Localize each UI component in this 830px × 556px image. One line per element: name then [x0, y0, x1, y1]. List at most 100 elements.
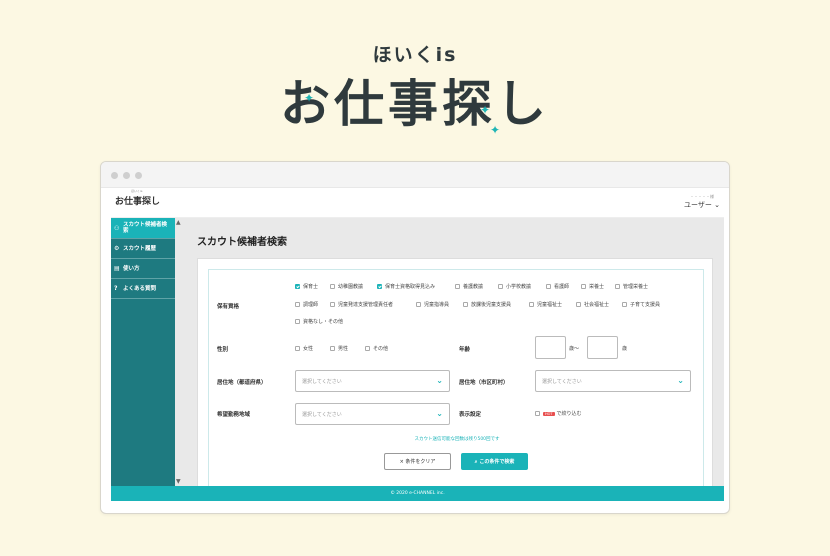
age-max-input[interactable] — [587, 336, 618, 359]
checkbox-female[interactable]: 女性 — [295, 345, 313, 352]
sparkle-icon: ✦ — [480, 103, 491, 117]
sidebar-item-scout-search[interactable]: ⚇ スカウト候補者検索 — [111, 218, 175, 239]
checkbox-label: 放課後児童支援員 — [471, 302, 512, 308]
checkbox-hot-filter[interactable]: HOT で絞り込む — [535, 410, 582, 417]
sidebar-item-label: 使い方 — [123, 265, 140, 272]
checkbox-label: 幼稚園教諭 — [338, 284, 364, 290]
checkbox-none-other[interactable]: 資格なし・その他 — [295, 318, 343, 325]
city-select[interactable]: 選択してください ⌄ — [535, 370, 691, 392]
sidebar-item-how-to[interactable]: ▤ 使い方 — [111, 259, 175, 279]
prefecture-label: 居住地（都道府県） — [217, 380, 267, 386]
checkbox-icon — [622, 302, 627, 307]
sidebar-item-label: スカウト履歴 — [123, 245, 157, 252]
checkbox-label: 養護教諭 — [463, 284, 484, 290]
clear-conditions-button[interactable]: × 条件をクリア — [384, 453, 451, 470]
checkbox-label: 児童発達支援管理責任者 — [338, 302, 394, 308]
sidebar: ⚇ スカウト候補者検索 ⚙ スカウト履歴 ▤ 使い方 ? よくある質問 — [111, 218, 175, 486]
checkbox-cook[interactable]: 調理師 — [295, 301, 318, 308]
page-title: スカウト候補者検索 — [197, 237, 287, 248]
checkbox-afterschool[interactable]: 放課後児童支援員 — [463, 301, 511, 308]
checkbox-icon — [295, 319, 300, 324]
age-min-input[interactable] — [535, 336, 566, 359]
age-label: 年齢 — [459, 347, 471, 353]
checkbox-other-gender[interactable]: その他 — [365, 345, 388, 352]
search-form: 保有資格 保育士 幼稚園教諭 保育士資格取得見込み 養護教諭 小学校教諭 看護師… — [208, 269, 704, 486]
user-menu[interactable]: ユーザー ⌄ — [684, 200, 720, 210]
checkbox-icon — [330, 346, 335, 351]
checkbox-label: 女性 — [303, 346, 314, 352]
select-placeholder: 選択してください — [542, 379, 582, 385]
scrollbar[interactable]: ▲ ▼ — [175, 218, 183, 486]
area-label: 希望勤務地域 — [217, 412, 251, 418]
hero-title: お仕事探し — [280, 75, 550, 133]
area-select[interactable]: 選択してください ⌄ — [295, 403, 450, 425]
scroll-down-icon[interactable]: ▼ — [176, 478, 181, 485]
checkbox-childcare-support[interactable]: 子育て支援員 — [622, 301, 660, 308]
checkbox-elementary[interactable]: 小学校教諭 — [498, 283, 531, 290]
app: ほいくis お仕事探し ・・・・・様 ユーザー ⌄ ⚇ スカウト候補者検索 ⚙ … — [111, 188, 724, 501]
sidebar-item-label: よくある質問 — [123, 285, 157, 292]
footer: © 2020 e-CHANNEL inc. — [111, 486, 724, 501]
age-range-separator: 歳〜 — [569, 346, 580, 352]
checkbox-label: 保育士 — [303, 284, 319, 290]
checkbox-label: 子育て支援員 — [630, 302, 661, 308]
age-suffix: 歳 — [622, 346, 628, 352]
checkbox-icon — [463, 302, 468, 307]
checkbox-icon — [365, 346, 370, 351]
window-dot-icon — [135, 172, 142, 179]
checkbox-yogo[interactable]: 養護教諭 — [455, 283, 483, 290]
checkbox-icon — [535, 411, 540, 416]
checkbox-reg-nutritionist[interactable]: 管理栄養士 — [615, 283, 648, 290]
prefecture-select[interactable]: 選択してください ⌄ — [295, 370, 450, 392]
checkbox-label: 社会福祉士 — [584, 302, 610, 308]
checkbox-hoikushi-expected[interactable]: 保育士資格取得見込み — [377, 283, 435, 290]
checkbox-icon — [455, 284, 460, 289]
checkbox-label: 調理師 — [303, 302, 319, 308]
checkbox-male[interactable]: 男性 — [330, 345, 348, 352]
search-button[interactable]: ⌕ この条件で検索 — [461, 453, 528, 470]
checkbox-label: で絞り込む — [556, 411, 582, 417]
sidebar-item-faq[interactable]: ? よくある質問 — [111, 279, 175, 299]
display-setting-label: 表示設定 — [459, 412, 482, 418]
checkbox-hoikushi[interactable]: 保育士 — [295, 283, 318, 290]
sidebar-item-scout-history[interactable]: ⚙ スカウト履歴 — [111, 239, 175, 259]
checkbox-child-welfare[interactable]: 児童福祉士 — [529, 301, 562, 308]
checkbox-label: 小学校教諭 — [506, 284, 532, 290]
checkbox-icon — [330, 284, 335, 289]
checkbox-icon — [295, 346, 300, 351]
checkbox-label: 栄養士 — [589, 284, 605, 290]
checkbox-label: 管理栄養士 — [623, 284, 649, 290]
gender-label: 性別 — [217, 347, 229, 353]
sparkle-icon: ✦ — [304, 91, 315, 105]
window-dot-icon — [123, 172, 130, 179]
checkbox-label: 看護師 — [554, 284, 570, 290]
city-label: 居住地（市区町村） — [459, 380, 509, 386]
checkbox-icon — [546, 284, 551, 289]
qualification-label: 保有資格 — [217, 304, 240, 310]
logo[interactable]: お仕事探し — [115, 194, 160, 207]
checkbox-label: その他 — [373, 346, 389, 352]
checkbox-nurse[interactable]: 看護師 — [546, 283, 569, 290]
checkbox-label: 児童指導員 — [424, 302, 450, 308]
user-menu-label: ユーザー — [684, 201, 712, 209]
browser-window: ほいくis お仕事探し ・・・・・様 ユーザー ⌄ ⚇ スカウト候補者検索 ⚙ … — [100, 161, 730, 514]
hero: ほいくis お仕事探し ✦ ✦ ✦ — [0, 0, 830, 150]
chevron-down-icon: ⌄ — [436, 376, 443, 385]
select-placeholder: 選択してください — [302, 379, 342, 385]
checkbox-kindergarten[interactable]: 幼稚園教諭 — [330, 283, 363, 290]
checkbox-child-dev-manager[interactable]: 児童発達支援管理責任者 — [330, 301, 393, 308]
browser-chrome — [101, 162, 729, 188]
gear-icon: ⚙ — [114, 245, 120, 252]
logo-small: ほいくis — [131, 189, 143, 193]
checkbox-child-instructor[interactable]: 児童指導員 — [416, 301, 449, 308]
people-icon: ⚇ — [114, 224, 120, 232]
checkbox-social-welfare[interactable]: 社会福祉士 — [576, 301, 609, 308]
checkbox-icon — [529, 302, 534, 307]
checkbox-nutritionist[interactable]: 栄養士 — [581, 283, 604, 290]
scout-remaining-notice: スカウト送信可能な回数は残り500回です — [414, 437, 500, 442]
checkbox-icon — [615, 284, 620, 289]
checkbox-icon — [576, 302, 581, 307]
chevron-down-icon: ⌄ — [677, 376, 684, 385]
scroll-up-icon[interactable]: ▲ — [176, 219, 181, 226]
checkbox-label: 資格なし・その他 — [303, 319, 344, 325]
